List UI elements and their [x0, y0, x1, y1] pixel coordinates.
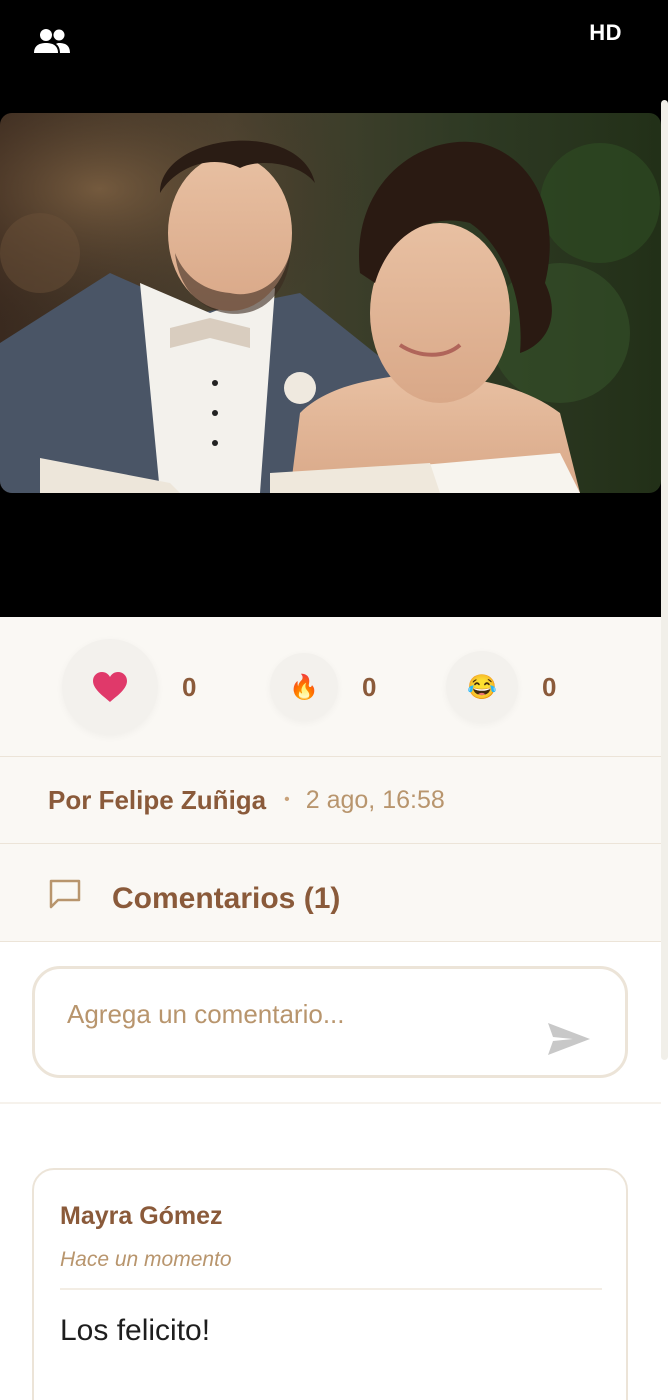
meta-separator: • — [284, 791, 290, 808]
people-button[interactable] — [32, 26, 72, 56]
reaction-fire: 🔥 0 — [270, 617, 376, 757]
viewer-top-bar: HD — [0, 0, 668, 80]
wedding-couple-photo[interactable] — [0, 113, 661, 493]
comment-input[interactable] — [67, 999, 527, 1030]
heart-reaction-button[interactable] — [62, 639, 158, 735]
reactions-bar: 0 🔥 0 😂 0 — [0, 617, 661, 757]
reaction-laugh: 😂 0 — [446, 617, 556, 757]
post-timestamp: 2 ago, 16:58 — [305, 785, 445, 814]
fire-reaction-button[interactable]: 🔥 — [270, 653, 338, 721]
post-author[interactable]: Por Felipe Zuñiga — [48, 785, 266, 816]
fire-count: 0 — [362, 671, 377, 702]
photo-viewer: HD — [0, 0, 668, 617]
post-meta: Por Felipe Zuñiga • 2 ago, 16:58 — [0, 757, 661, 844]
comments-title: Comentarios (1) — [112, 882, 341, 915]
laugh-reaction-button[interactable]: 😂 — [446, 651, 518, 723]
scrollbar[interactable] — [661, 100, 668, 1060]
comment-time: Hace un momento — [60, 1248, 232, 1271]
heart-count: 0 — [182, 671, 197, 702]
comment-divider — [60, 1288, 602, 1290]
divider — [0, 1102, 661, 1104]
comment-composer — [32, 966, 628, 1078]
send-icon — [548, 1023, 590, 1055]
reaction-heart: 0 — [62, 617, 196, 757]
comments-header: Comentarios (1) — [0, 844, 661, 942]
heart-icon — [93, 672, 127, 702]
people-icon — [34, 29, 70, 53]
fire-icon: 🔥 — [289, 673, 319, 701]
comment-item: Mayra Gómez Hace un momento Los felicito… — [32, 1168, 628, 1400]
send-button[interactable] — [547, 1021, 591, 1062]
comment-author: Mayra Gómez — [60, 1202, 223, 1230]
comment-icon — [49, 879, 81, 909]
comment-text: Los felicito! — [60, 1314, 211, 1347]
laugh-count: 0 — [542, 671, 557, 702]
laughing-icon: 😂 — [467, 673, 497, 701]
hd-toggle[interactable]: HD — [589, 20, 622, 46]
